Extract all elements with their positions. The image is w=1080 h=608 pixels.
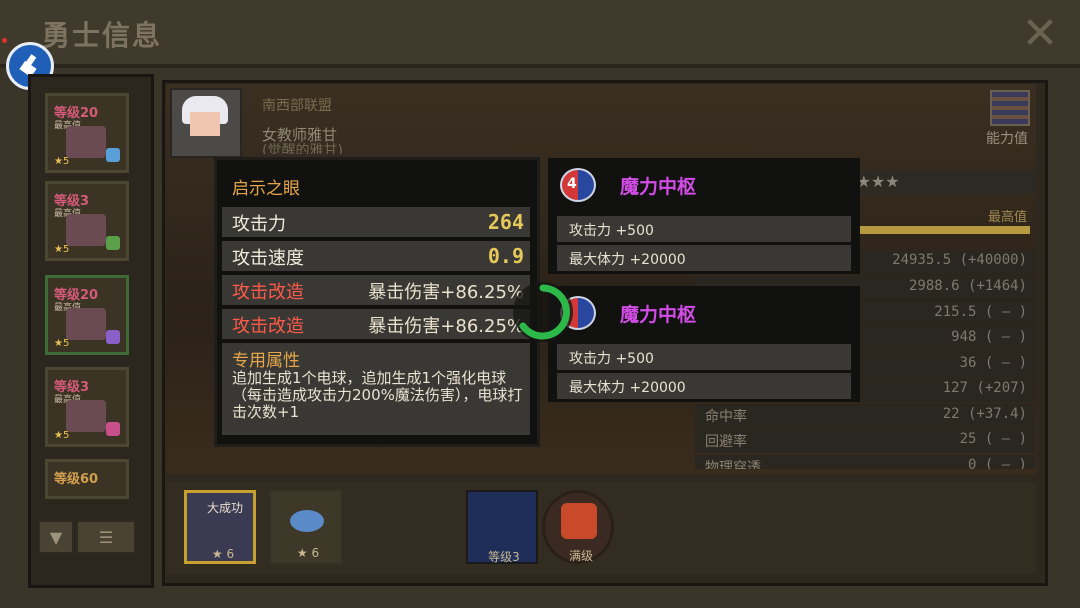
- stat-name: 回避率: [705, 434, 747, 450]
- tooltip-row: 攻击力 264: [222, 207, 530, 237]
- row-value: 0.9: [487, 244, 524, 268]
- hero-stars: ★5: [54, 430, 70, 441]
- hero-stars: ★5: [54, 156, 70, 167]
- stat-value: 215.5 ( — ): [934, 304, 1027, 320]
- max-level-label: 最高值: [988, 210, 1028, 225]
- rune-stat-row: 攻击力 +500: [557, 344, 851, 370]
- rune-panel: 魔力中枢 攻击力 +500 最大体力 +20000: [548, 286, 860, 402]
- stat-value: 22 (+37.4): [942, 406, 1027, 422]
- element-gem-icon: [106, 148, 120, 162]
- hero-portrait: [66, 126, 106, 158]
- slot-stars: ★ 6: [211, 547, 235, 561]
- rune-stat: 最大体力 +20000: [569, 380, 686, 396]
- hero-card-selected[interactable]: 等级20 最高值 ★5: [45, 275, 129, 355]
- stat-row: 命中率 22 (+37.4): [695, 404, 1035, 428]
- exclusive-title: 专用属性: [232, 351, 300, 371]
- orb-icon: [290, 510, 324, 532]
- list-menu-button[interactable]: ☰: [76, 520, 136, 554]
- stats-icon: [990, 90, 1030, 126]
- hero-stars: ★5: [54, 244, 70, 255]
- tooltip-row: 攻击改造 暴击伤害+86.25%: [222, 309, 530, 339]
- hero-portrait: [66, 400, 106, 432]
- row-value: 暴击伤害+86.25%: [368, 316, 524, 337]
- row-label: 攻击改造: [232, 316, 304, 337]
- list-buttons: ▼ ☰: [38, 520, 138, 556]
- skill-slot[interactable]: 满级: [542, 490, 614, 564]
- hero-faction: 南西部联盟: [262, 98, 332, 114]
- skill-level: 等级3: [488, 550, 520, 564]
- rune-badge: 4: [567, 176, 577, 192]
- tooltip-row: 攻击改造 暴击伤害+86.25%: [222, 275, 530, 305]
- rune-stat: 最大体力 +20000: [569, 252, 686, 268]
- stats-button-label: 能力值: [986, 131, 1028, 147]
- row-label: 攻击力: [232, 214, 286, 235]
- hero-portrait: [66, 308, 106, 340]
- stat-value: 0 ( — ): [967, 457, 1027, 469]
- stat-value: 2988.6 (+1464): [908, 278, 1027, 294]
- hero-list[interactable]: 等级20 最高值 ★5 等级3 最高值 ★5 等级20 最高值 ★5 等级3 最…: [28, 74, 154, 588]
- hero-level: 等级60: [54, 472, 99, 487]
- stat-name: 物理穿透: [705, 460, 761, 469]
- hero-card[interactable]: 等级3 最高值 ★5: [45, 367, 129, 447]
- element-gem-icon: [106, 422, 120, 436]
- rune-stat: 攻击力 +500: [569, 351, 654, 367]
- rune-name: 魔力中枢: [620, 304, 697, 326]
- success-tag: 大成功: [207, 501, 244, 515]
- stat-name: 命中率: [705, 409, 747, 425]
- rune-stat-row: 最大体力 +20000: [557, 373, 851, 399]
- hero-subtitle: (觉醒的雅甘): [262, 143, 343, 154]
- row-label: 攻击改造: [232, 282, 304, 303]
- rune-gem-icon: 4: [560, 168, 596, 202]
- row-value: 264: [487, 210, 524, 234]
- element-gem-icon: [106, 236, 120, 250]
- hero-stars: ★5: [54, 338, 70, 349]
- stat-value: 24935.5 (+40000): [892, 252, 1027, 268]
- stats-button[interactable]: 能力值: [986, 90, 1038, 147]
- window-title: 勇士信息: [42, 19, 163, 52]
- hero-card[interactable]: 等级20 最高值 ★5: [45, 93, 129, 173]
- skill-slot[interactable]: 等级3: [466, 490, 538, 564]
- tooltip-row: 攻击速度 0.9: [222, 241, 530, 271]
- weapon-slot[interactable]: 大成功 ★ 6: [184, 490, 256, 564]
- stat-row: 物理穿透 0 ( — ): [695, 455, 1035, 469]
- notification-dot: [2, 38, 7, 43]
- exclusive-description: 追加生成1个电球，追加生成1个强化电球（每击造成攻击力200%魔法伤害），电球打…: [232, 369, 523, 421]
- stat-value: 127 (+207): [942, 380, 1027, 396]
- hero-portrait: [66, 214, 106, 246]
- accessory-slot[interactable]: ★ 6: [270, 490, 342, 564]
- skill-level: 满级: [568, 549, 593, 563]
- element-gem-icon: [106, 330, 120, 344]
- row-label: 攻击速度: [232, 248, 304, 269]
- rune-panel: 4 魔力中枢 攻击力 +500 最大体力 +20000: [548, 158, 860, 274]
- item-name: 启示之眼: [232, 179, 300, 199]
- loading-spinner-icon: [508, 280, 578, 344]
- stat-value: 36 ( — ): [959, 355, 1027, 371]
- hero-card[interactable]: 等级3 最高值 ★5: [45, 181, 129, 261]
- scroll-down-button[interactable]: ▼: [38, 520, 74, 554]
- exp-bar: [858, 226, 1030, 234]
- stat-value: 948 ( — ): [951, 329, 1027, 345]
- fire-skill-icon: [561, 503, 597, 539]
- hero-card[interactable]: 等级60: [45, 459, 129, 499]
- rune-stat: 攻击力 +500: [569, 223, 654, 239]
- close-icon[interactable]: ✕: [1018, 12, 1062, 56]
- rune-stat-row: 最大体力 +20000: [557, 245, 851, 271]
- hero-portrait: [170, 88, 242, 158]
- rune-name: 魔力中枢: [620, 176, 697, 198]
- rune-stat-row: 攻击力 +500: [557, 216, 851, 242]
- star-rating: r★★★: [850, 170, 1036, 194]
- stat-row: 回避率 25 ( — ): [695, 429, 1035, 453]
- stat-value: 25 ( — ): [959, 431, 1027, 447]
- slot-stars: ★ 6: [296, 546, 320, 560]
- row-value: 暴击伤害+86.25%: [368, 282, 524, 303]
